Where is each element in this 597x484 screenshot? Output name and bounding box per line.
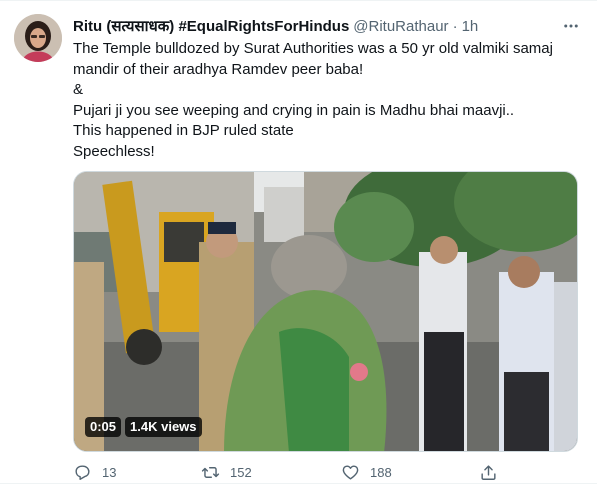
tweet[interactable]: Ritu (सत्यसाधक) #EqualRightsForHindus @R…	[0, 0, 597, 484]
tweet-text-line: Pujari ji you see weeping and crying in …	[73, 101, 515, 119]
like-count: 188	[370, 464, 392, 480]
tweet-text-line: mandir of their aradhya Ramdev peer baba…	[73, 60, 364, 78]
avatar[interactable]	[14, 14, 62, 62]
reply-count: 13	[102, 464, 117, 480]
like-icon	[342, 464, 359, 480]
tweet-text: The Temple bulldozed by Surat Authoritie…	[73, 39, 578, 162]
separator-dot: ·	[452, 17, 458, 35]
tweet-text-line: Speechless!	[73, 142, 155, 160]
tweet-time[interactable]: 1h	[462, 18, 479, 35]
video-badges: 0:05 1.4K views	[85, 417, 202, 437]
author-handle[interactable]: @RituRathaur	[353, 18, 448, 35]
video-player[interactable]	[73, 171, 578, 452]
retweet-count: 152	[230, 464, 252, 480]
retweet-button[interactable]: 152	[201, 462, 252, 482]
tweet-text-line: &	[73, 81, 84, 98]
tweet-text-line: The Temple bulldozed by Surat Authoritie…	[73, 40, 553, 57]
video-frame	[74, 172, 577, 451]
share-button[interactable]	[479, 462, 498, 482]
share-icon	[481, 464, 496, 480]
more-icon[interactable]	[560, 15, 582, 37]
video-views: 1.4K views	[125, 417, 202, 437]
reply-button[interactable]: 13	[73, 462, 116, 482]
retweet-icon	[201, 466, 220, 478]
tweet-header: Ritu (सत्यसाधक) #EqualRightsForHindus @R…	[73, 16, 478, 36]
tweet-text-line: This happened in BJP ruled state	[73, 122, 294, 139]
video-duration: 0:05	[85, 417, 122, 437]
tweet-actions: 13 152 188	[73, 462, 578, 482]
reply-icon	[75, 464, 90, 480]
author-name[interactable]: Ritu (सत्यसाधक) #EqualRightsForHindus	[73, 16, 349, 36]
like-button[interactable]: 188	[341, 462, 392, 482]
